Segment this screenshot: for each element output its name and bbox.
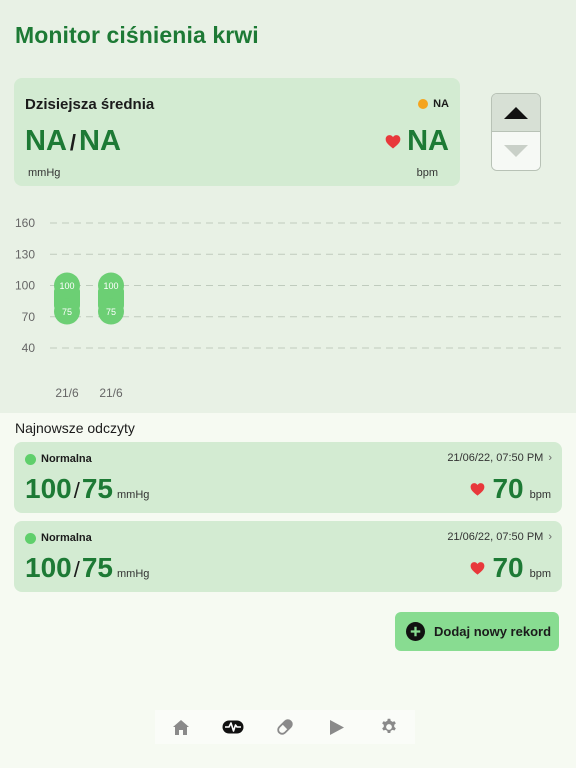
x-tick-label: 21/6	[99, 386, 123, 400]
reading-status: Normalna	[25, 532, 92, 544]
heart-icon	[471, 562, 485, 575]
reading-slash: /	[73, 478, 80, 503]
heart-icon	[471, 483, 485, 496]
add-record-label: Dodaj nowy rekord	[434, 624, 552, 639]
tab-play[interactable]	[317, 710, 357, 744]
home-icon	[173, 719, 189, 735]
status-dot-icon	[418, 99, 429, 109]
chevron-right-icon: ›	[548, 452, 552, 464]
card-title: Dzisiejsza średnia	[25, 96, 155, 113]
reading-datetime: 21/06/22, 07:50 PM ›	[447, 531, 552, 543]
reading-date-text: 21/06/22, 07:50 PM	[447, 531, 544, 543]
tab-heartbeat[interactable]	[213, 710, 253, 744]
systolic-data-label: 100	[103, 281, 118, 291]
status-dot-icon	[25, 532, 36, 544]
y-tick-label: 40	[22, 341, 36, 355]
chevron-right-icon: ›	[548, 531, 552, 543]
heart-icon	[385, 135, 401, 149]
tab-bar	[155, 710, 415, 744]
reading-unit: mmHg	[117, 489, 150, 501]
bp-unit: mmHg	[28, 167, 61, 179]
bp-average: NA / NA	[25, 125, 121, 158]
reading-date-text: 21/06/22, 07:50 PM	[447, 452, 544, 464]
bp-chart: 160 130 100 70 40 100 75 21/6 100 75 21/6	[15, 216, 562, 400]
y-tick-label: 70	[22, 310, 36, 324]
day-stepper[interactable]	[491, 93, 541, 171]
reading-slash: /	[73, 557, 80, 582]
reading-systolic: 100	[25, 552, 72, 583]
y-tick-label: 130	[15, 247, 35, 261]
reading-pulse: 70 bpm	[470, 552, 551, 584]
systolic-value: NA	[25, 125, 67, 157]
next-day-button[interactable]	[492, 132, 540, 170]
reading-unit: mmHg	[117, 568, 150, 580]
pulse-average: NA	[385, 125, 449, 158]
reading-diastolic: 75	[81, 552, 113, 583]
reading-pulse-unit: bpm	[529, 568, 551, 580]
pill-icon	[277, 719, 293, 735]
gear-icon	[382, 718, 396, 733]
reading-pulse-value: 70	[492, 552, 524, 583]
today-average-card: Dzisiejsza średnia NA NA / NA mmHg NA bp…	[14, 78, 460, 186]
bp-slash: /	[69, 130, 77, 155]
y-tick-label: 100	[15, 279, 35, 293]
recent-readings-title: Najnowsze odczyty	[15, 420, 135, 436]
x-tick-label: 21/6	[55, 386, 79, 400]
triangle-up-icon	[504, 107, 528, 119]
reading-card[interactable]: Normalna 21/06/22, 07:50 PM › 100 / 75 m…	[14, 442, 562, 513]
diastolic-data-label: 75	[62, 307, 72, 317]
play-icon	[330, 719, 344, 735]
status-dot-icon	[25, 453, 36, 465]
heartbeat-icon	[222, 720, 244, 734]
reading-pulse: 70 bpm	[470, 473, 551, 505]
tab-home[interactable]	[161, 710, 201, 744]
previous-day-button[interactable]	[492, 94, 540, 132]
reading-status-label: Normalna	[41, 453, 92, 465]
reading-card[interactable]: Normalna 21/06/22, 07:50 PM › 100 / 75 m…	[14, 521, 562, 592]
page-title: Monitor ciśnienia krwi	[15, 22, 259, 48]
status-badge: NA	[418, 98, 449, 110]
status-text: NA	[433, 98, 449, 110]
reading-pulse-value: 70	[492, 473, 524, 504]
pulse-unit: bpm	[416, 167, 438, 179]
diastolic-value: NA	[79, 125, 121, 157]
tab-medication[interactable]	[265, 710, 305, 744]
reading-datetime: 21/06/22, 07:50 PM ›	[447, 452, 552, 464]
reading-status-label: Normalna	[41, 532, 92, 544]
diastolic-data-label: 75	[106, 307, 116, 317]
reading-diastolic: 75	[81, 473, 113, 504]
systolic-data-label: 100	[59, 281, 74, 291]
y-tick-label: 160	[15, 216, 35, 230]
reading-systolic: 100	[25, 473, 72, 504]
plus-circle-icon	[406, 622, 425, 641]
tab-settings[interactable]	[369, 710, 409, 744]
pulse-value: NA	[407, 125, 449, 157]
add-record-button[interactable]: Dodaj nowy rekord	[395, 612, 559, 651]
triangle-down-icon	[504, 145, 528, 157]
reading-bp: 100 / 75 mmHg	[25, 473, 149, 505]
reading-status: Normalna	[25, 453, 92, 465]
reading-pulse-unit: bpm	[529, 489, 551, 501]
reading-bp: 100 / 75 mmHg	[25, 552, 149, 584]
